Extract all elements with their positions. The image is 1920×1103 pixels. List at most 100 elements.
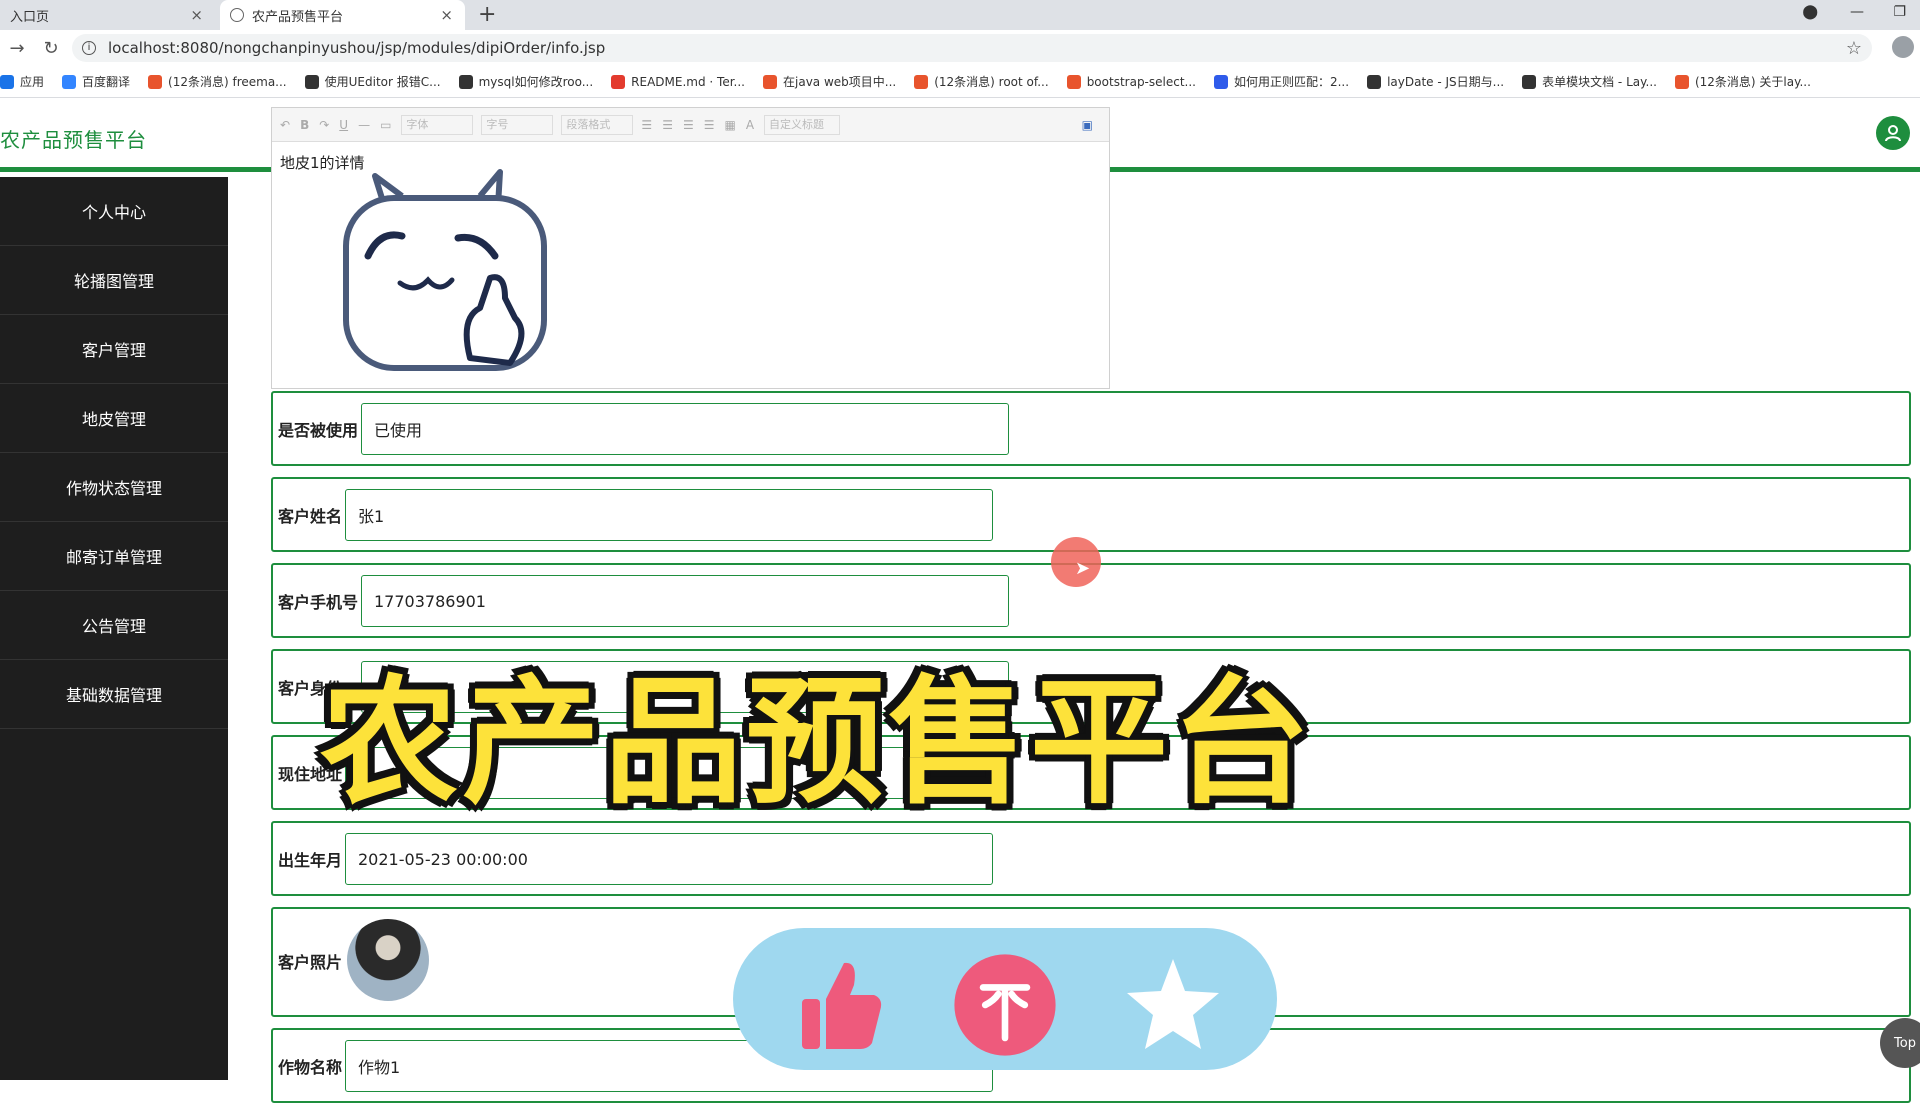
form-row-used: 是否被使用 已使用 <box>271 391 1911 466</box>
mascot-image <box>343 169 547 371</box>
font-size-select[interactable]: 字号 <box>481 114 554 135</box>
bookmark-item[interactable]: layDate - JS日期与... <box>1367 73 1504 90</box>
used-status-field[interactable]: 已使用 <box>361 403 1009 455</box>
minimize-icon[interactable]: — <box>1850 4 1864 20</box>
bookmark-label: (12条消息) root of... <box>934 75 1049 89</box>
align-center-icon[interactable]: ☰ <box>662 118 673 132</box>
close-tab-icon[interactable]: × <box>190 6 203 24</box>
sidebar-item-customers[interactable]: 客户管理 <box>0 315 228 384</box>
table-icon[interactable]: ▦ <box>724 118 735 132</box>
horizontal-rule-icon[interactable]: — <box>358 118 370 132</box>
bookmark-item[interactable]: 在java web项目中... <box>763 73 896 90</box>
sidebar-item-land[interactable]: 地皮管理 <box>0 384 228 453</box>
user-icon[interactable] <box>1876 116 1910 150</box>
bookmark-label: (12条消息) 关于lay... <box>1694 75 1811 89</box>
sidebar-item-personal-center[interactable]: 个人中心 <box>0 177 228 246</box>
bookmark-label: 表单模块文档 - Lay... <box>1542 75 1657 89</box>
tab-title: 农产品预售平台 <box>252 9 344 25</box>
sidebar-item-crop-status[interactable]: 作物状态管理 <box>0 453 228 522</box>
bookmark-favicon-icon <box>148 74 163 89</box>
close-tab-icon[interactable]: × <box>440 6 453 24</box>
bookmark-item[interactable]: README.md · Ter... <box>611 74 745 89</box>
bookmark-item[interactable]: (12条消息) root of... <box>914 73 1049 90</box>
redo-icon[interactable]: ↷ <box>319 118 329 132</box>
field-label: 客户姓名 <box>278 507 343 526</box>
tab-platform[interactable]: 农产品预售平台 × <box>220 0 465 30</box>
bookmark-favicon-icon <box>1522 74 1537 89</box>
sidebar-item-carousel[interactable]: 轮播图管理 <box>0 246 228 315</box>
customer-phone-field[interactable]: 17703786901 <box>361 575 1009 627</box>
bookmark-label: mysql如何修改roo... <box>478 75 594 89</box>
new-tab-button[interactable]: + <box>478 2 496 27</box>
favorite-star-icon[interactable] <box>1118 950 1228 1060</box>
profile-icon[interactable] <box>1892 36 1914 58</box>
bookmark-favicon-icon <box>304 74 319 89</box>
refresh-icon[interactable]: ↻ <box>34 38 68 59</box>
sidebar-item-label: 邮寄订单管理 <box>65 548 162 567</box>
address-bar-row: → ↻ i localhost:8080/nongchanpinyushou/j… <box>0 30 1920 66</box>
coin-icon[interactable] <box>950 950 1060 1060</box>
bookmark-item[interactable]: 表单模块文档 - Lay... <box>1522 73 1657 90</box>
undo-icon[interactable]: ↶ <box>280 118 290 132</box>
field-label: 作物名称 <box>278 1058 343 1077</box>
font-color-icon[interactable]: A <box>746 118 754 132</box>
back-icon[interactable]: → <box>0 38 34 59</box>
star-icon[interactable]: ☆ <box>1846 38 1862 59</box>
sidebar-item-label: 轮播图管理 <box>73 272 154 291</box>
bookmark-favicon-icon <box>458 74 473 89</box>
bookmark-item[interactable]: bootstrap-select... <box>1066 74 1196 89</box>
editor-content[interactable]: 地皮1的详情 <box>272 142 1109 388</box>
tab-search-icon[interactable]: ⬤ <box>1802 4 1818 20</box>
sidebar-item-label: 地皮管理 <box>81 410 146 429</box>
bookmark-favicon-icon <box>611 74 626 89</box>
url-input[interactable]: i localhost:8080/nongchanpinyushou/jsp/m… <box>72 34 1872 62</box>
bookmark-label: layDate - JS日期与... <box>1387 75 1505 89</box>
info-icon[interactable]: i <box>82 41 96 55</box>
bookmark-item[interactable]: (12条消息) freema... <box>148 73 287 90</box>
bookmark-favicon-icon <box>62 74 77 89</box>
font-select[interactable]: 字体 <box>401 114 474 135</box>
bookmark-item[interactable]: mysql如何修改roo... <box>458 73 594 90</box>
paragraph-format-select[interactable]: 段落格式 <box>561 114 634 135</box>
bookmark-label: 应用 <box>20 75 45 89</box>
bookmark-item[interactable]: 百度翻译 <box>62 73 130 90</box>
tab-favicon-icon <box>230 8 244 22</box>
format-painter-icon[interactable]: ▭ <box>380 118 391 132</box>
bookmark-label: 百度翻译 <box>82 75 131 89</box>
tab-entry-page[interactable]: 入口页 × <box>0 0 215 30</box>
bookmark-item[interactable]: (12条消息) 关于lay... <box>1674 73 1811 90</box>
bold-icon[interactable]: B <box>300 118 309 132</box>
align-left-icon[interactable]: ☰ <box>641 118 652 132</box>
editor-toolbar: ↶ B ↷ U — ▭ 字体 字号 段落格式 ☰ ☰ ☰ ☰ ▦ A 自定义标题… <box>272 108 1109 142</box>
video-title-overlay: 农产品预售平台 <box>320 662 1315 823</box>
fullscreen-icon[interactable]: ▣ <box>1082 118 1093 132</box>
bookmark-item[interactable]: 应用 <box>0 73 44 90</box>
field-label: 出生年月 <box>278 851 343 870</box>
birth-date-field[interactable]: 2021-05-23 00:00:00 <box>345 833 993 885</box>
app-title: 农产品预售平台 <box>0 128 147 152</box>
bookmark-favicon-icon <box>763 74 777 89</box>
align-right-icon[interactable]: ☰ <box>683 118 694 132</box>
url-text: localhost:8080/nongchanpinyushou/jsp/mod… <box>108 39 606 57</box>
customer-name-field[interactable]: 张1 <box>345 489 993 541</box>
rich-text-editor[interactable]: ↶ B ↷ U — ▭ 字体 字号 段落格式 ☰ ☰ ☰ ☰ ▦ A 自定义标题… <box>271 107 1110 389</box>
thumbs-up-icon[interactable] <box>783 950 893 1060</box>
bookmark-label: bootstrap-select... <box>1086 74 1196 89</box>
browser-tab-bar: 入口页 × 农产品预售平台 × + ⬤ — ❐ <box>0 0 1920 30</box>
sidebar-item-base-data[interactable]: 基础数据管理 <box>0 660 228 729</box>
underline-icon[interactable]: U <box>339 118 348 132</box>
bookmark-favicon-icon <box>1674 74 1689 89</box>
custom-title-select[interactable]: 自定义标题 <box>764 114 841 135</box>
sidebar-item-mail-orders[interactable]: 邮寄订单管理 <box>0 522 228 591</box>
bookmark-item[interactable]: 使用UEditor 报错C... <box>304 73 441 90</box>
align-justify-icon[interactable]: ☰ <box>704 118 715 132</box>
restore-icon[interactable]: ❐ <box>1893 4 1906 20</box>
form-row-birth: 出生年月 2021-05-23 00:00:00 <box>271 821 1911 896</box>
bookmarks-bar: 应用 百度翻译 (12条消息) freema... 使用UEditor 报错C... m… <box>0 66 1920 98</box>
sidebar-item-announcements[interactable]: 公告管理 <box>0 591 228 660</box>
mouse-cursor-icon: ➤ <box>1075 558 1091 579</box>
bookmark-favicon-icon <box>1213 74 1228 89</box>
bookmark-label: (12条消息) freema... <box>168 75 287 89</box>
bookmark-item[interactable]: 如何用正则匹配：2... <box>1213 73 1349 90</box>
bookmark-favicon-icon <box>1066 74 1081 89</box>
